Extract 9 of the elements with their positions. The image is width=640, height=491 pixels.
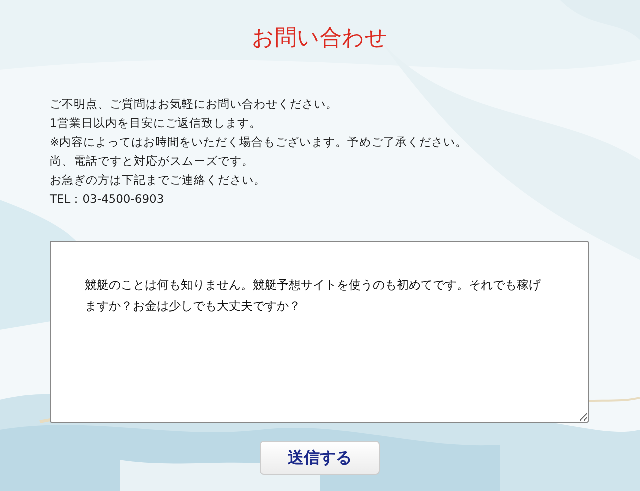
intro-text: ※内容によってはお時間をいただく場合もございます。予めご了承ください。 xyxy=(50,134,469,151)
page-title: お問い合わせ xyxy=(251,25,389,53)
intro-text: ご不明点、ご質問はお気軽にお問い合わせください。 xyxy=(50,96,339,113)
intro-text: 1営業日以内を目安にご返信致します。 xyxy=(50,115,262,132)
submit-button[interactable]: 送信する xyxy=(260,441,380,475)
message-field[interactable]: 競艇のことは何も知りません。競艇予想サイトを使うのも初めてです。それでも稼げますか？お金は少しでも大丈夫ですか？ xyxy=(50,241,589,423)
intro-text: 尚、電話ですと対応がスムーズです。 xyxy=(50,153,255,170)
intro-text: TEL：03-4500-6903 xyxy=(50,191,166,208)
intro-text: お急ぎの方は下記までご連絡ください。 xyxy=(50,172,267,189)
